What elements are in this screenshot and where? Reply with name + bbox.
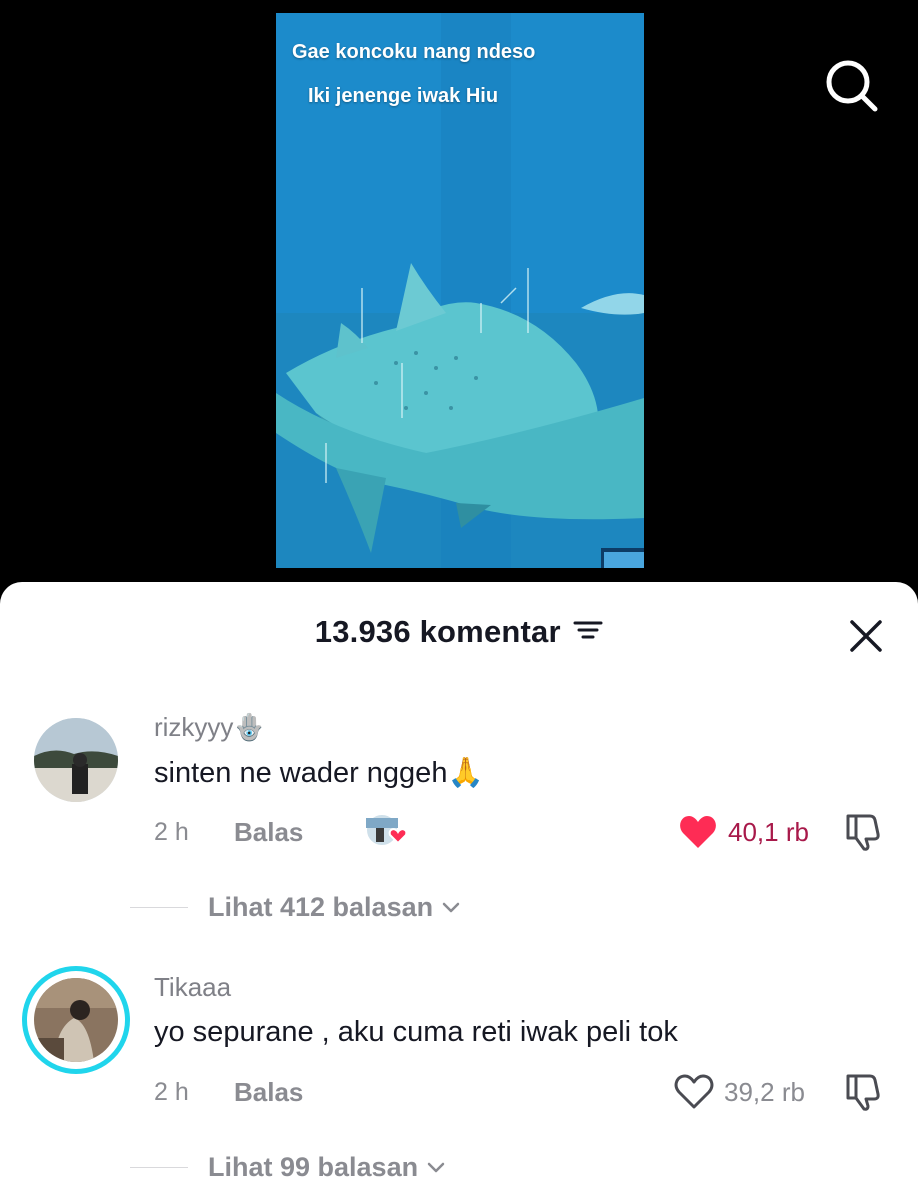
comment-text: yo sepurane , aku cuma reti iwak peli to… [154, 1016, 678, 1048]
search-icon [826, 60, 878, 112]
creator-avatar-heart-icon [365, 813, 408, 847]
like-count: 39,2 rb [724, 1076, 805, 1107]
close-button[interactable] [848, 618, 884, 654]
comment-count: 13.936 komentar [314, 614, 561, 649]
dislike-button[interactable] [844, 1072, 886, 1117]
chevron-down-icon [442, 902, 460, 912]
sort-icon [573, 621, 603, 638]
video-caption-line1: Gae koncoku nang ndeso [292, 41, 536, 63]
avatar-image [34, 718, 118, 802]
reply-button[interactable]: Balas [234, 1077, 303, 1108]
like-button[interactable]: 39,2 rb [674, 1073, 805, 1111]
comment-username[interactable]: rizkyyy🪬 [154, 712, 266, 743]
comment-username[interactable]: Tikaaa [154, 972, 231, 1003]
story-ring[interactable] [22, 966, 130, 1074]
comment-text: sinten ne wader nggeh🙏 [154, 757, 484, 789]
thumbs-down-icon [846, 814, 880, 851]
avatar [34, 978, 118, 1062]
creator-liked-badge [364, 810, 412, 854]
heart-outline-icon [674, 1074, 714, 1109]
heart-filled-icon [680, 816, 716, 848]
thumbs-down-icon [846, 1074, 880, 1111]
like-button[interactable]: 40,1 rb [678, 814, 809, 850]
view-replies-button[interactable]: Lihat 99 balasan [130, 1152, 446, 1183]
video-player[interactable]: Gae koncoku nang ndeso Iki jenenge iwak … [276, 13, 644, 568]
chevron-down-icon [427, 1162, 445, 1172]
sort-button[interactable] [573, 618, 603, 647]
view-replies-label: Lihat 99 balasan [208, 1152, 419, 1182]
avatar-image [34, 978, 118, 1062]
video-caption-line2: Iki jenenge iwak Hiu [308, 85, 499, 107]
comments-sheet: 13.936 komentar rizkyyy🪬 sinten ne wader… [0, 582, 918, 1200]
comments-header: 13.936 komentar [0, 614, 918, 658]
close-icon [850, 620, 882, 652]
divider-line [130, 1167, 188, 1168]
view-replies-button[interactable]: Lihat 412 balasan [130, 892, 461, 923]
avatar[interactable] [34, 718, 118, 802]
reply-button[interactable]: Balas [234, 817, 303, 848]
dislike-button[interactable] [844, 812, 886, 857]
comment-time: 2 h [154, 1078, 189, 1106]
search-button[interactable] [822, 56, 880, 114]
divider-line [130, 907, 188, 908]
view-replies-label: Lihat 412 balasan [208, 892, 434, 922]
comment-time: 2 h [154, 818, 189, 846]
like-count: 40,1 rb [728, 816, 809, 847]
